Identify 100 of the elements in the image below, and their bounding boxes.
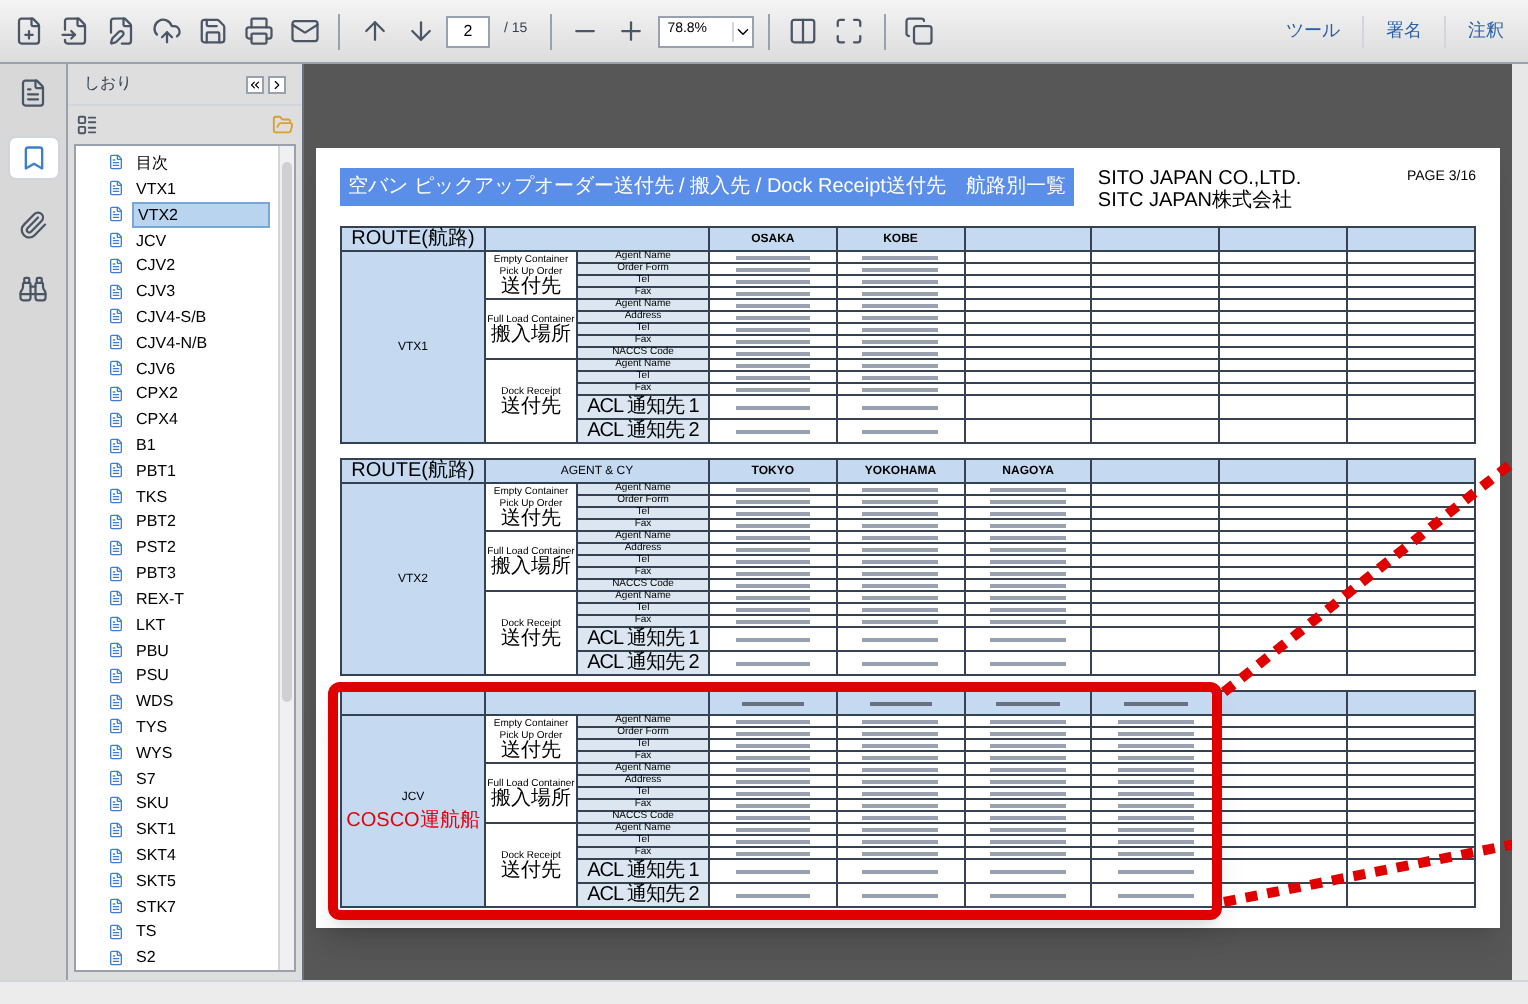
group-label-japanese: 送付先 bbox=[501, 861, 561, 881]
bookmark-icon bbox=[108, 283, 124, 300]
company-name: SITC JAPAN株式会社 bbox=[1097, 190, 1294, 212]
bookmark-item[interactable]: SKT1 bbox=[132, 818, 181, 841]
bookmark-item[interactable]: PSU bbox=[132, 664, 173, 687]
bookmark-item[interactable]: WDS bbox=[132, 690, 178, 713]
toolbar-link[interactable]: 署名 bbox=[1370, 17, 1438, 45]
table-cell bbox=[1220, 860, 1349, 884]
bookmark-icon bbox=[108, 232, 124, 249]
table-cell bbox=[1348, 884, 1476, 908]
panel-title: しおり bbox=[84, 72, 132, 96]
row-label: ACL 通知先 2 bbox=[578, 652, 710, 676]
company-name: SITO JAPAN CO.,LTD. bbox=[1097, 168, 1302, 190]
collapse-icon bbox=[246, 75, 264, 93]
bookmark-item[interactable]: PBT1 bbox=[132, 459, 181, 482]
bookmark-item[interactable]: CJV4-N/B bbox=[132, 331, 212, 354]
options-icon bbox=[76, 114, 98, 136]
bookmark-icon bbox=[108, 949, 124, 966]
bookmark-icon bbox=[108, 411, 124, 428]
bookmark-item[interactable]: WYS bbox=[132, 741, 177, 764]
group-label-japanese: 送付先 bbox=[501, 629, 561, 649]
group-label-japanese: 搬入場所 bbox=[491, 557, 571, 577]
bookmark-item[interactable]: TYS bbox=[132, 715, 172, 738]
group-label-japanese: 送付先 bbox=[501, 509, 561, 529]
bookmark-item[interactable]: TKS bbox=[132, 485, 172, 508]
bookmark-icon bbox=[108, 770, 124, 787]
table-cell bbox=[1348, 396, 1476, 420]
bookmark-item[interactable]: SKT5 bbox=[132, 869, 181, 892]
bookmark-icon bbox=[108, 898, 124, 915]
bookmark-icon bbox=[108, 616, 124, 633]
bookmark-icon bbox=[108, 642, 124, 659]
bookmark-icon bbox=[108, 437, 124, 454]
table-cell bbox=[1220, 420, 1349, 444]
bookmark-item[interactable]: REX-T bbox=[132, 587, 188, 610]
group-label-japanese: 送付先 bbox=[501, 397, 561, 417]
bookmark-icon bbox=[108, 385, 124, 402]
bookmark-item[interactable]: CPX2 bbox=[132, 382, 182, 405]
bookmark-item[interactable]: SKU bbox=[132, 792, 173, 815]
toolbar-link[interactable]: ツール bbox=[1270, 17, 1356, 45]
group-label-japanese: 搬入場所 bbox=[491, 789, 571, 809]
row-label: ACL 通知先 1 bbox=[578, 396, 710, 420]
bookmark-icon bbox=[108, 360, 124, 377]
route-header: ROUTE(航路) bbox=[342, 228, 484, 252]
bookmark-item[interactable]: PBT2 bbox=[132, 510, 181, 533]
toolbar-link[interactable]: 注釈 bbox=[1452, 17, 1520, 45]
table-cell bbox=[1220, 628, 1349, 652]
caret-icon bbox=[731, 21, 752, 41]
route-note: COSCO運航船 bbox=[346, 811, 480, 831]
bookmark-item[interactable]: PBU bbox=[132, 639, 173, 662]
bookmark-item[interactable]: PBT3 bbox=[132, 562, 181, 585]
bookmark-item[interactable]: S2 bbox=[132, 946, 160, 969]
table-cell bbox=[1092, 396, 1221, 420]
bookmark-tab[interactable] bbox=[7, 136, 59, 180]
group-label-japanese: 送付先 bbox=[501, 277, 561, 297]
bookmark-item[interactable]: PST2 bbox=[132, 536, 181, 559]
bookmark-icon bbox=[108, 257, 124, 274]
row-label: ACL 通知先 2 bbox=[578, 420, 710, 444]
page-number-field[interactable]: 2 bbox=[446, 15, 490, 47]
scrollbar[interactable] bbox=[278, 146, 294, 970]
bookmark-item[interactable]: JCV bbox=[132, 229, 171, 252]
bookmark-icon bbox=[108, 539, 124, 556]
table-cell bbox=[1348, 652, 1476, 676]
bookmark-item[interactable]: LKT bbox=[132, 613, 170, 636]
bookmark-item[interactable]: CJV3 bbox=[132, 280, 180, 303]
bookmark-icon bbox=[108, 923, 124, 940]
bookmark-item[interactable]: S7 bbox=[132, 767, 160, 790]
new-bookmark-icon bbox=[272, 114, 294, 136]
bookmark-icon bbox=[19, 144, 47, 172]
bookmark-item[interactable]: 目次 bbox=[132, 151, 172, 174]
bookmark-icon bbox=[108, 462, 124, 479]
bookmark-icon bbox=[108, 154, 124, 171]
bookmark-icon bbox=[108, 334, 124, 351]
bookmark-item[interactable]: STK7 bbox=[132, 895, 181, 918]
bookmark-icon bbox=[108, 308, 124, 325]
table-cell bbox=[1092, 420, 1221, 444]
bookmark-icon bbox=[108, 795, 124, 812]
bookmark-item[interactable]: B1 bbox=[132, 434, 160, 457]
bookmark-item[interactable]: CJV2 bbox=[132, 254, 180, 277]
document-scrollbar[interactable] bbox=[1512, 64, 1528, 980]
group-label-japanese: 搬入場所 bbox=[491, 325, 571, 345]
bookmark-item[interactable]: VTX2 bbox=[132, 201, 270, 228]
bookmark-item[interactable]: TS bbox=[132, 920, 161, 943]
table-cell bbox=[1220, 396, 1349, 420]
document-title: 空バン ピックアップオーダー送付先 / 搬入先 / Dock Receipt送付先 航路別一覧 bbox=[340, 168, 1074, 206]
bookmark-item[interactable]: CJV4-S/B bbox=[132, 305, 211, 328]
bookmark-item[interactable]: SKT4 bbox=[132, 844, 181, 867]
bookmark-icon bbox=[108, 590, 124, 607]
bookmark-icon bbox=[108, 206, 124, 223]
group-label-japanese: 送付先 bbox=[501, 741, 561, 761]
bookmark-icon bbox=[108, 488, 124, 505]
bookmark-icon bbox=[108, 513, 124, 530]
bookmark-icon bbox=[108, 667, 124, 684]
bookmark-icon bbox=[108, 180, 124, 197]
bookmark-item[interactable]: VTX1 bbox=[132, 177, 181, 200]
bookmark-icon bbox=[108, 565, 124, 582]
bookmark-item[interactable]: CJV6 bbox=[132, 357, 180, 380]
table-cell bbox=[1348, 420, 1476, 444]
bookmark-icon bbox=[108, 693, 124, 710]
row-label: ACL 通知先 1 bbox=[578, 860, 710, 884]
bookmark-item[interactable]: CPX4 bbox=[132, 408, 182, 431]
